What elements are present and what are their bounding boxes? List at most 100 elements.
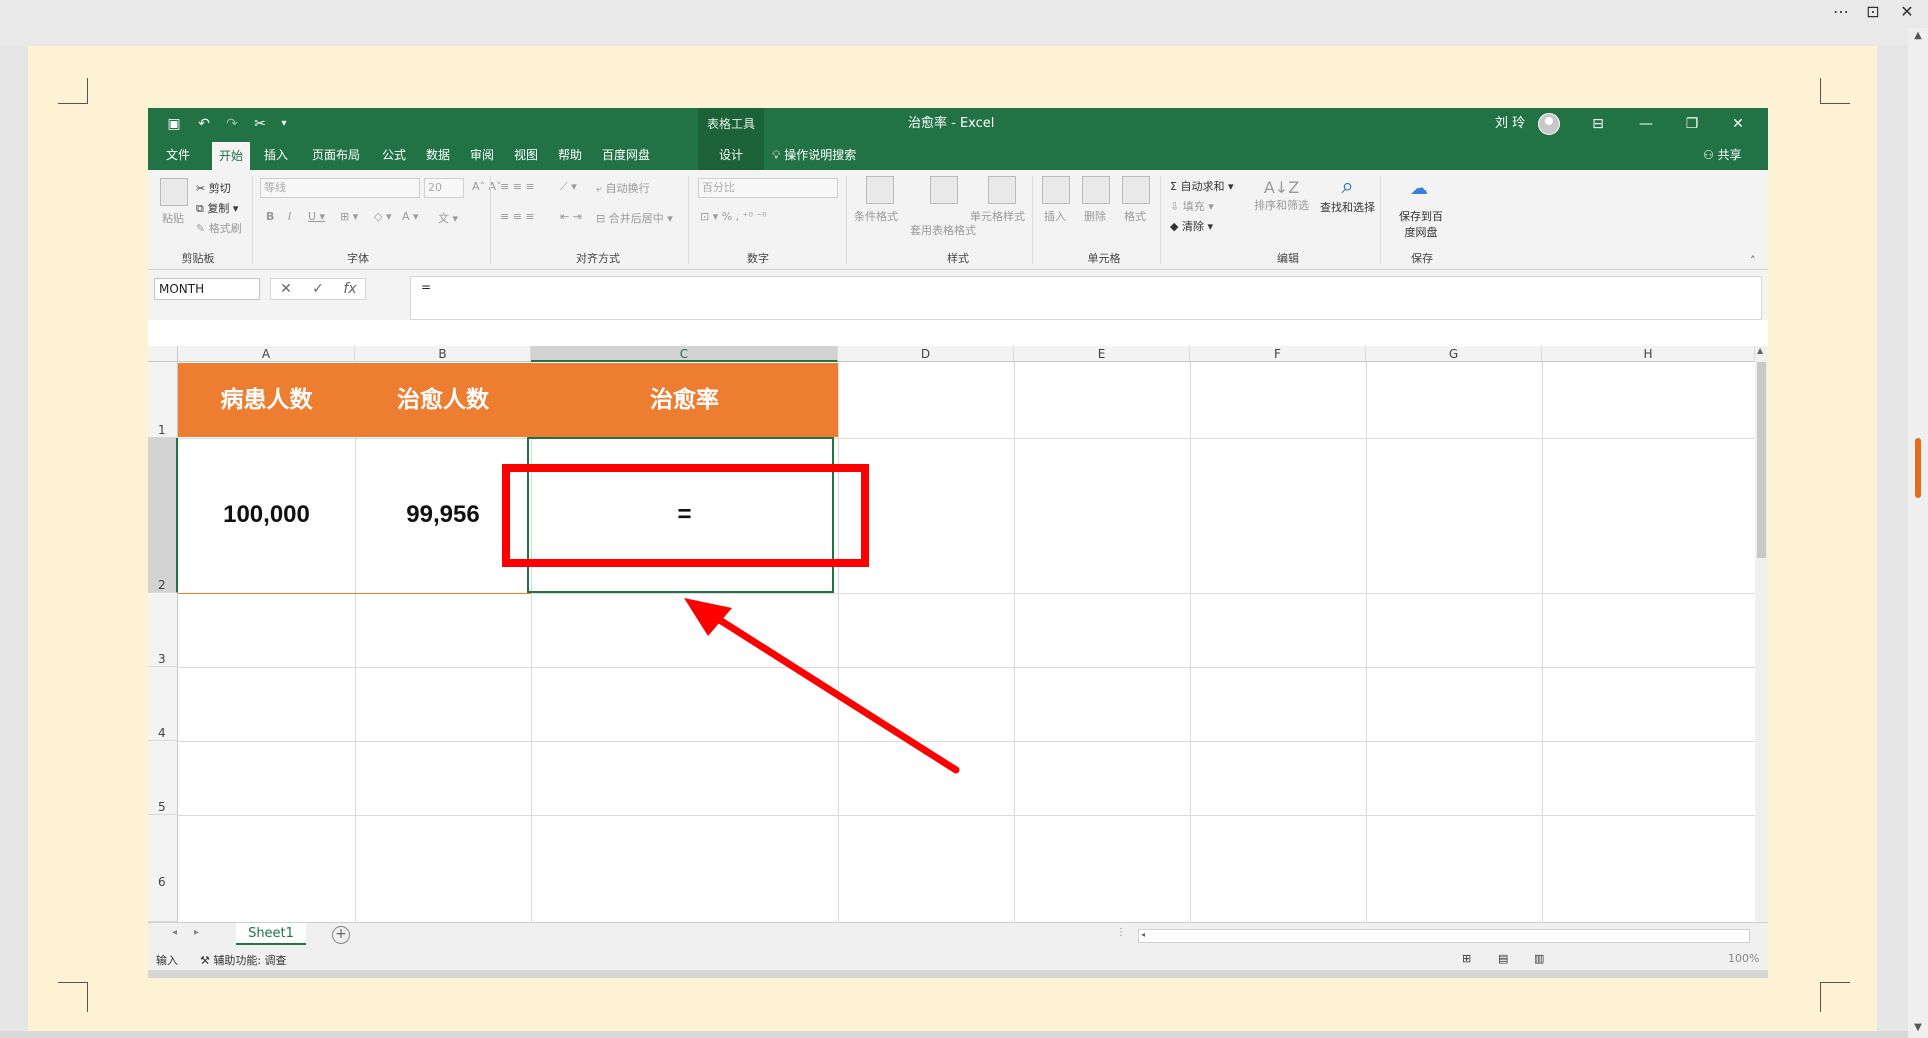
customize-qat-icon[interactable]: ▾ <box>274 114 294 134</box>
tab-help[interactable]: 帮助 <box>552 140 588 170</box>
grow-font-icon[interactable]: A˄ A˅ <box>472 180 502 193</box>
tab-review[interactable]: 审阅 <box>464 140 500 170</box>
column-header-h[interactable]: H <box>1542 346 1755 362</box>
cell-a2[interactable]: 100,000 <box>178 438 355 592</box>
prev-sheet-icon[interactable]: ◂ <box>172 927 177 938</box>
column-header-a[interactable]: A <box>178 346 355 362</box>
row-header-2[interactable]: 2 <box>148 438 178 593</box>
next-sheet-icon[interactable]: ▸ <box>194 927 199 938</box>
save-to-baidu-button[interactable]: 保存到百度网盘 <box>1394 208 1448 240</box>
column-header-b[interactable]: B <box>355 346 531 362</box>
font-name-select[interactable]: 等线 <box>260 178 420 198</box>
underline-icon[interactable]: U ▾ <box>308 210 325 223</box>
undo-icon[interactable]: ↶ <box>194 114 214 134</box>
ribbon-display-options-icon[interactable]: ⊟ <box>1578 108 1618 140</box>
row-header-4[interactable]: 4 <box>148 667 178 741</box>
tab-page-layout[interactable]: 页面布局 <box>304 140 368 170</box>
bold-icon[interactable]: B <box>266 210 274 223</box>
wrap-text-button[interactable]: ⤶ 自动换行 <box>596 180 650 196</box>
column-header-d[interactable]: D <box>838 346 1014 362</box>
share-button[interactable]: ⚇ 共享 <box>1703 140 1742 170</box>
delete-cells-icon[interactable] <box>1082 176 1110 204</box>
scroll-thumb[interactable] <box>1757 362 1766 558</box>
cut-button[interactable]: ✂ 剪切 <box>196 180 231 196</box>
save-icon[interactable]: ▣ <box>164 114 184 134</box>
number-format-select[interactable]: 百分比 <box>698 178 838 198</box>
sort-filter-button[interactable]: A↓Z 排序和筛选 <box>1254 178 1309 213</box>
column-header-g[interactable]: G <box>1366 346 1542 362</box>
autosum-button[interactable]: Σ 自动求和 ▾ <box>1170 178 1233 194</box>
row-header-5[interactable]: 5 <box>148 741 178 815</box>
restore-window-icon[interactable]: ⊡ <box>1860 2 1886 24</box>
find-select-button[interactable]: ⌕ 查找和选择 <box>1320 174 1375 215</box>
tab-baidu-netdisk[interactable]: 百度网盘 <box>596 140 656 170</box>
horizontal-scrollbar[interactable]: ◂ <box>1138 929 1750 943</box>
tab-split-handle[interactable]: ⋮ <box>1116 927 1126 938</box>
cell-b1[interactable]: 治愈人数 <box>355 363 531 437</box>
close-window-icon[interactable]: ✕ <box>1718 108 1758 140</box>
formula-input[interactable]: = <box>410 276 1762 320</box>
add-sheet-icon[interactable]: + <box>332 926 350 944</box>
normal-view-icon[interactable]: ⊞ <box>1462 952 1471 965</box>
scroll-down-icon[interactable]: ▼ <box>1912 1022 1924 1034</box>
minimize-icon[interactable]: — <box>1626 108 1666 140</box>
scroll-up-icon[interactable]: ▲ <box>1912 30 1924 42</box>
tab-design[interactable]: 设计 <box>698 140 764 170</box>
column-header-e[interactable]: E <box>1014 346 1190 362</box>
user-name[interactable]: 刘 玲 <box>1495 108 1525 140</box>
row-header-6[interactable]: 6 <box>148 815 178 922</box>
more-options-icon[interactable]: ⋯ <box>1828 2 1854 24</box>
tab-formulas[interactable]: 公式 <box>376 140 412 170</box>
collapse-ribbon-icon[interactable]: ˄ <box>1750 254 1756 267</box>
row-header-3[interactable]: 3 <box>148 593 178 667</box>
conditional-formatting-button[interactable]: 条件格式 <box>854 208 898 224</box>
column-header-f[interactable]: F <box>1190 346 1366 362</box>
restore-icon[interactable]: ❐ <box>1672 108 1712 140</box>
percent-style-icon[interactable]: ⊡ ▾ % , ⁺⁰ ⁻⁰ <box>700 210 767 223</box>
paste-icon[interactable] <box>160 178 188 206</box>
borders-icon[interactable]: ⊞ ▾ <box>340 210 358 223</box>
scroll-up-icon[interactable]: ▲ <box>1757 346 1763 355</box>
tab-data[interactable]: 数据 <box>420 140 456 170</box>
align-top-icon[interactable]: ≡ ≡ ≡ <box>500 180 535 193</box>
host-vertical-scrollbar[interactable]: ▲ ▼ <box>1908 28 1928 1038</box>
scroll-thumb[interactable] <box>1915 438 1921 498</box>
page-layout-view-icon[interactable]: ▤ <box>1498 952 1508 965</box>
enter-icon[interactable]: ✓ <box>303 279 333 299</box>
sheet-tab[interactable]: Sheet1 <box>236 923 306 945</box>
avatar[interactable] <box>1538 113 1560 135</box>
format-as-table-icon[interactable] <box>930 176 958 204</box>
tell-me-search[interactable]: 💡︎ 操作说明搜索 <box>772 140 856 170</box>
align-left-icon[interactable]: ≡ ≡ ≡ <box>500 210 535 223</box>
row-header-1[interactable]: 1 <box>148 362 178 438</box>
page-break-view-icon[interactable]: ▥ <box>1534 952 1544 965</box>
insert-cells-button[interactable]: 插入 <box>1044 208 1066 224</box>
font-size-select[interactable]: 20 <box>424 178 464 198</box>
copy-button[interactable]: ⧉ 复制 ▾ <box>196 200 238 216</box>
column-header-c[interactable]: C <box>531 346 838 362</box>
clear-button[interactable]: ◆ 清除 ▾ <box>1170 218 1213 234</box>
phonetic-icon[interactable]: 文 ▾ <box>438 210 458 226</box>
select-all-corner[interactable] <box>148 346 178 362</box>
cell-styles-button[interactable]: 单元格样式 <box>970 208 1025 224</box>
fill-color-icon[interactable]: ◇ ▾ <box>374 210 391 223</box>
format-cells-button[interactable]: 格式 <box>1124 208 1146 224</box>
format-as-table-button[interactable]: 套用表格格式 <box>910 222 976 238</box>
zoom-level[interactable]: 100% <box>1728 952 1759 965</box>
tab-file[interactable]: 文件 <box>158 140 198 170</box>
format-cells-icon[interactable] <box>1122 176 1150 204</box>
close-icon[interactable]: ✕ <box>1894 2 1920 24</box>
redo-icon[interactable]: ↷ <box>222 114 242 134</box>
cell-a1[interactable]: 病患人数 <box>178 363 355 437</box>
paste-label[interactable]: 粘贴 <box>162 210 184 226</box>
cell-c1[interactable]: 治愈率 <box>531 363 838 437</box>
cancel-icon[interactable]: ✕ <box>271 279 301 299</box>
italic-icon[interactable]: I <box>288 210 291 223</box>
fill-button[interactable]: ⇩ 填充 ▾ <box>1170 198 1214 214</box>
name-box[interactable]: MONTH <box>154 278 260 300</box>
tab-view[interactable]: 视图 <box>508 140 544 170</box>
cell-styles-icon[interactable] <box>988 176 1016 204</box>
tab-insert[interactable]: 插入 <box>256 140 296 170</box>
scroll-left-icon[interactable]: ◂ <box>1141 930 1145 939</box>
delete-cells-button[interactable]: 删除 <box>1084 208 1106 224</box>
